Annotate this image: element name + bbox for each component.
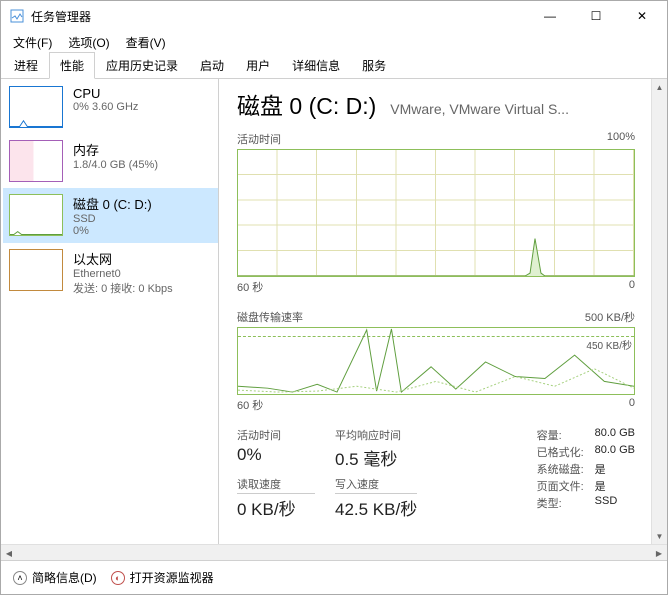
scroll-left-icon[interactable]: ◀: [1, 545, 17, 561]
chart2-label-left: 磁盘传输速率: [237, 309, 303, 325]
chart2-axis-left: 60 秒: [237, 397, 263, 413]
active-time-label: 活动时间: [237, 427, 315, 444]
scroll-down-icon[interactable]: ▼: [652, 528, 667, 544]
sidebar-item-ethernet[interactable]: 以太网 Ethernet0 发送: 0 接收: 0 Kbps: [3, 243, 218, 302]
menubar: 文件(F) 选项(O) 查看(V): [1, 31, 667, 53]
horizontal-scrollbar[interactable]: ◀ ▶: [1, 544, 667, 560]
sidebar-ethernet-sub2: 发送: 0 接收: 0 Kbps: [73, 280, 173, 296]
sidebar-disk-title: 磁盘 0 (C: D:): [73, 194, 152, 213]
tab-services[interactable]: 服务: [351, 52, 397, 78]
tab-details[interactable]: 详细信息: [281, 52, 351, 78]
disk-properties: 容量:80.0 GB 已格式化:80.0 GB 系统磁盘:是 页面文件:是 类型…: [537, 427, 635, 520]
titlebar: 任务管理器 — ☐ ✕: [1, 1, 667, 31]
tab-startup[interactable]: 启动: [189, 52, 235, 78]
tab-app-history[interactable]: 应用历史记录: [95, 52, 189, 78]
content: CPU 0% 3.60 GHz 内存 1.8/4.0 GB (45%) 磁盘 0…: [1, 79, 667, 544]
vertical-scrollbar[interactable]: ▲ ▼: [651, 79, 667, 544]
tab-processes[interactable]: 进程: [3, 52, 49, 78]
main-panel: 磁盘 0 (C: D:) VMware, VMware Virtual S...…: [219, 79, 651, 544]
active-time-value: 0%: [237, 445, 315, 465]
fewer-details-button[interactable]: ˄ 简略信息(D): [13, 569, 97, 586]
hscroll-track[interactable]: [17, 545, 651, 560]
scroll-right-icon[interactable]: ▶: [651, 545, 667, 561]
memory-thumb: [9, 140, 63, 182]
system-disk-value: 是: [595, 461, 606, 477]
sidebar-item-disk[interactable]: 磁盘 0 (C: D:) SSD 0%: [3, 188, 218, 243]
disk-thumb: [9, 194, 63, 236]
tab-users[interactable]: 用户: [235, 52, 281, 78]
ethernet-thumb: [9, 249, 63, 291]
sidebar-item-memory[interactable]: 内存 1.8/4.0 GB (45%): [3, 134, 218, 188]
disk-model: VMware, VMware Virtual S...: [390, 101, 569, 117]
menu-view[interactable]: 查看(V): [118, 32, 174, 53]
close-button[interactable]: ✕: [619, 1, 665, 31]
transfer-rate-chart-wrap: 磁盘传输速率 500 KB/秒 450 KB/秒 60 秒 0: [237, 309, 635, 413]
write-speed-label: 写入速度: [335, 476, 417, 494]
sidebar-disk-sub1: SSD: [73, 213, 152, 225]
minimize-button[interactable]: —: [527, 1, 573, 31]
sidebar-memory-title: 内存: [73, 140, 158, 159]
type-value: SSD: [595, 495, 618, 511]
transfer-rate-chart[interactable]: 450 KB/秒: [237, 327, 635, 395]
chart1-label-left: 活动时间: [237, 131, 281, 147]
resource-monitor-icon: ◐: [111, 571, 125, 585]
chevron-up-icon: ˄: [13, 571, 27, 585]
maximize-button[interactable]: ☐: [573, 1, 619, 31]
tab-performance[interactable]: 性能: [49, 52, 95, 79]
open-resource-monitor-button[interactable]: ◐ 打开资源监视器: [111, 569, 214, 586]
sidebar-cpu-title: CPU: [73, 86, 138, 101]
sidebar-memory-sub: 1.8/4.0 GB (45%): [73, 159, 158, 171]
sidebar-ethernet-title: 以太网: [73, 249, 173, 268]
menu-options[interactable]: 选项(O): [60, 32, 117, 53]
chart2-axis-right: 0: [629, 397, 635, 413]
footer: ˄ 简略信息(D) ◐ 打开资源监视器: [1, 560, 667, 594]
app-icon: [9, 8, 25, 24]
sidebar-cpu-sub: 0% 3.60 GHz: [73, 101, 138, 113]
window-title: 任务管理器: [31, 8, 527, 25]
capacity-value: 80.0 GB: [595, 427, 635, 443]
sidebar-ethernet-sub1: Ethernet0: [73, 268, 173, 280]
window-controls: — ☐ ✕: [527, 1, 665, 31]
sidebar: CPU 0% 3.60 GHz 内存 1.8/4.0 GB (45%) 磁盘 0…: [1, 79, 219, 544]
sidebar-disk-sub2: 0%: [73, 225, 152, 237]
write-speed-value: 42.5 KB/秒: [335, 495, 417, 520]
stats: 活动时间 0% 平均响应时间 0.5 毫秒 读取速度 0 KB/秒: [237, 427, 635, 520]
disk-title: 磁盘 0 (C: D:): [237, 87, 376, 121]
scroll-track[interactable]: [652, 95, 667, 528]
tab-bar: 进程 性能 应用历史记录 启动 用户 详细信息 服务: [1, 53, 667, 79]
active-time-chart-wrap: 活动时间 100% 60 秒 0: [237, 131, 635, 295]
read-speed-label: 读取速度: [237, 476, 315, 494]
main-header: 磁盘 0 (C: D:) VMware, VMware Virtual S...: [237, 87, 635, 121]
chart1-axis-right: 0: [629, 279, 635, 295]
active-time-chart[interactable]: [237, 149, 635, 277]
sidebar-item-cpu[interactable]: CPU 0% 3.60 GHz: [3, 80, 218, 134]
read-speed-value: 0 KB/秒: [237, 495, 315, 520]
cpu-thumb: [9, 86, 63, 128]
menu-file[interactable]: 文件(F): [5, 32, 60, 53]
task-manager-window: 任务管理器 — ☐ ✕ 文件(F) 选项(O) 查看(V) 进程 性能 应用历史…: [0, 0, 668, 595]
formatted-value: 80.0 GB: [595, 444, 635, 460]
avg-response-label: 平均响应时间: [335, 427, 413, 444]
avg-response-value: 0.5 毫秒: [335, 445, 413, 470]
chart1-axis-left: 60 秒: [237, 279, 263, 295]
chart2-label-right: 500 KB/秒: [585, 309, 635, 325]
page-file-value: 是: [595, 478, 606, 494]
chart1-label-right: 100%: [607, 131, 635, 147]
scroll-up-icon[interactable]: ▲: [652, 79, 667, 95]
